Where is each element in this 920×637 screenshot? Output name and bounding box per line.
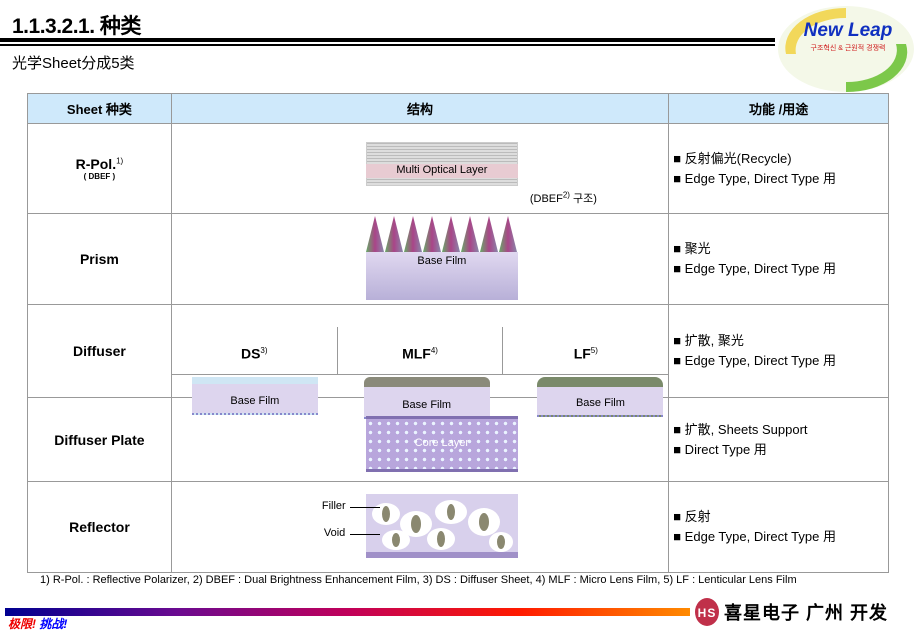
table-row: Diffuser Plate Core Layer ■ 扩散, Sheets S… [27, 397, 889, 482]
figure-caption: (DBEF2) 구조) [529, 190, 597, 205]
function-item: ■ 反射偏光(Recycle) [673, 150, 792, 166]
type-name: Diffuser Plate [27, 397, 172, 482]
table-row: Prism Base Film ■ 聚光 ■ Edge Type, Direct … [27, 213, 889, 305]
figure-label: Multi Optical Layer [396, 164, 488, 176]
table-row: R-Pol.1)( DBEF ) Multi Optical Layer (DB… [27, 123, 889, 214]
type-name: Reflector [27, 481, 172, 573]
function-item: ■ Edge Type, Direct Type 用 [673, 353, 836, 368]
subtype-ds: DS3) Base Film [171, 327, 337, 415]
function-item: ■ 扩散, Sheets Support [673, 421, 808, 437]
reflector-figure [365, 494, 518, 558]
table-row: Reflector Filler Void ■ 反射 ■ Edge Type, D… [27, 481, 889, 573]
function-item: ■ 聚光 [673, 241, 711, 256]
new-leap-logo: New Leap 구조혁신 & 근원적 경쟁력 [778, 6, 914, 93]
svg-text:HS: HS [698, 606, 717, 620]
void-label: Void [323, 527, 346, 539]
company-logo-icon: HS [695, 598, 719, 626]
slogan: 极限! 挑战! [8, 617, 68, 631]
divider [0, 38, 775, 42]
filler-label: Filler [321, 500, 346, 512]
function-item: ■ Edge Type, Direct Type 用 [673, 170, 836, 186]
sheet-types-table: Sheet 种类 结构 功能 /用途 R-Pol.1)( DBEF ) Mult… [27, 93, 889, 573]
function-item: ■ 扩散, 聚光 [673, 333, 744, 348]
svg-text:New Leap: New Leap [804, 20, 893, 41]
type-name: R-Pol. [75, 156, 117, 172]
col-header-function: 功能 /用途 [668, 93, 889, 124]
figure-label: Base Film [417, 255, 467, 267]
page-subtitle: 光学Sheet分成5类 [12, 55, 135, 72]
company-brand: HS 喜星电子 广州 开发 [694, 597, 888, 627]
col-header-type: Sheet 种类 [27, 93, 172, 124]
figure-label: Core Layer [414, 437, 470, 449]
subtype-lf: LF5) Base Film [502, 327, 669, 417]
footer-gradient-bar [5, 608, 690, 616]
footnote: 1) R-Pol. : Reflective Polarizer, 2) DBE… [40, 574, 797, 586]
type-subname: ( DBEF ) [83, 172, 116, 181]
function-item: ■ 反射 [673, 509, 711, 524]
type-name: Diffuser [27, 304, 172, 398]
table-row: Diffuser DS3) Base Film MLF4) Base Film … [27, 304, 889, 419]
function-item: ■ Edge Type, Direct Type 用 [673, 261, 836, 276]
subtype-mlf: MLF4) Base Film [336, 327, 503, 419]
svg-text:구조혁신 & 근원적 경쟁력: 구조혁신 & 근원적 경쟁력 [811, 43, 886, 52]
function-item: ■ Direct Type 用 [673, 441, 767, 457]
col-header-structure: 结构 [170, 93, 670, 124]
function-item: ■ Edge Type, Direct Type 用 [673, 529, 836, 544]
type-name: Prism [27, 213, 172, 305]
page-title: 1.1.3.2.1. 种类 [12, 15, 141, 38]
divider [0, 44, 775, 46]
